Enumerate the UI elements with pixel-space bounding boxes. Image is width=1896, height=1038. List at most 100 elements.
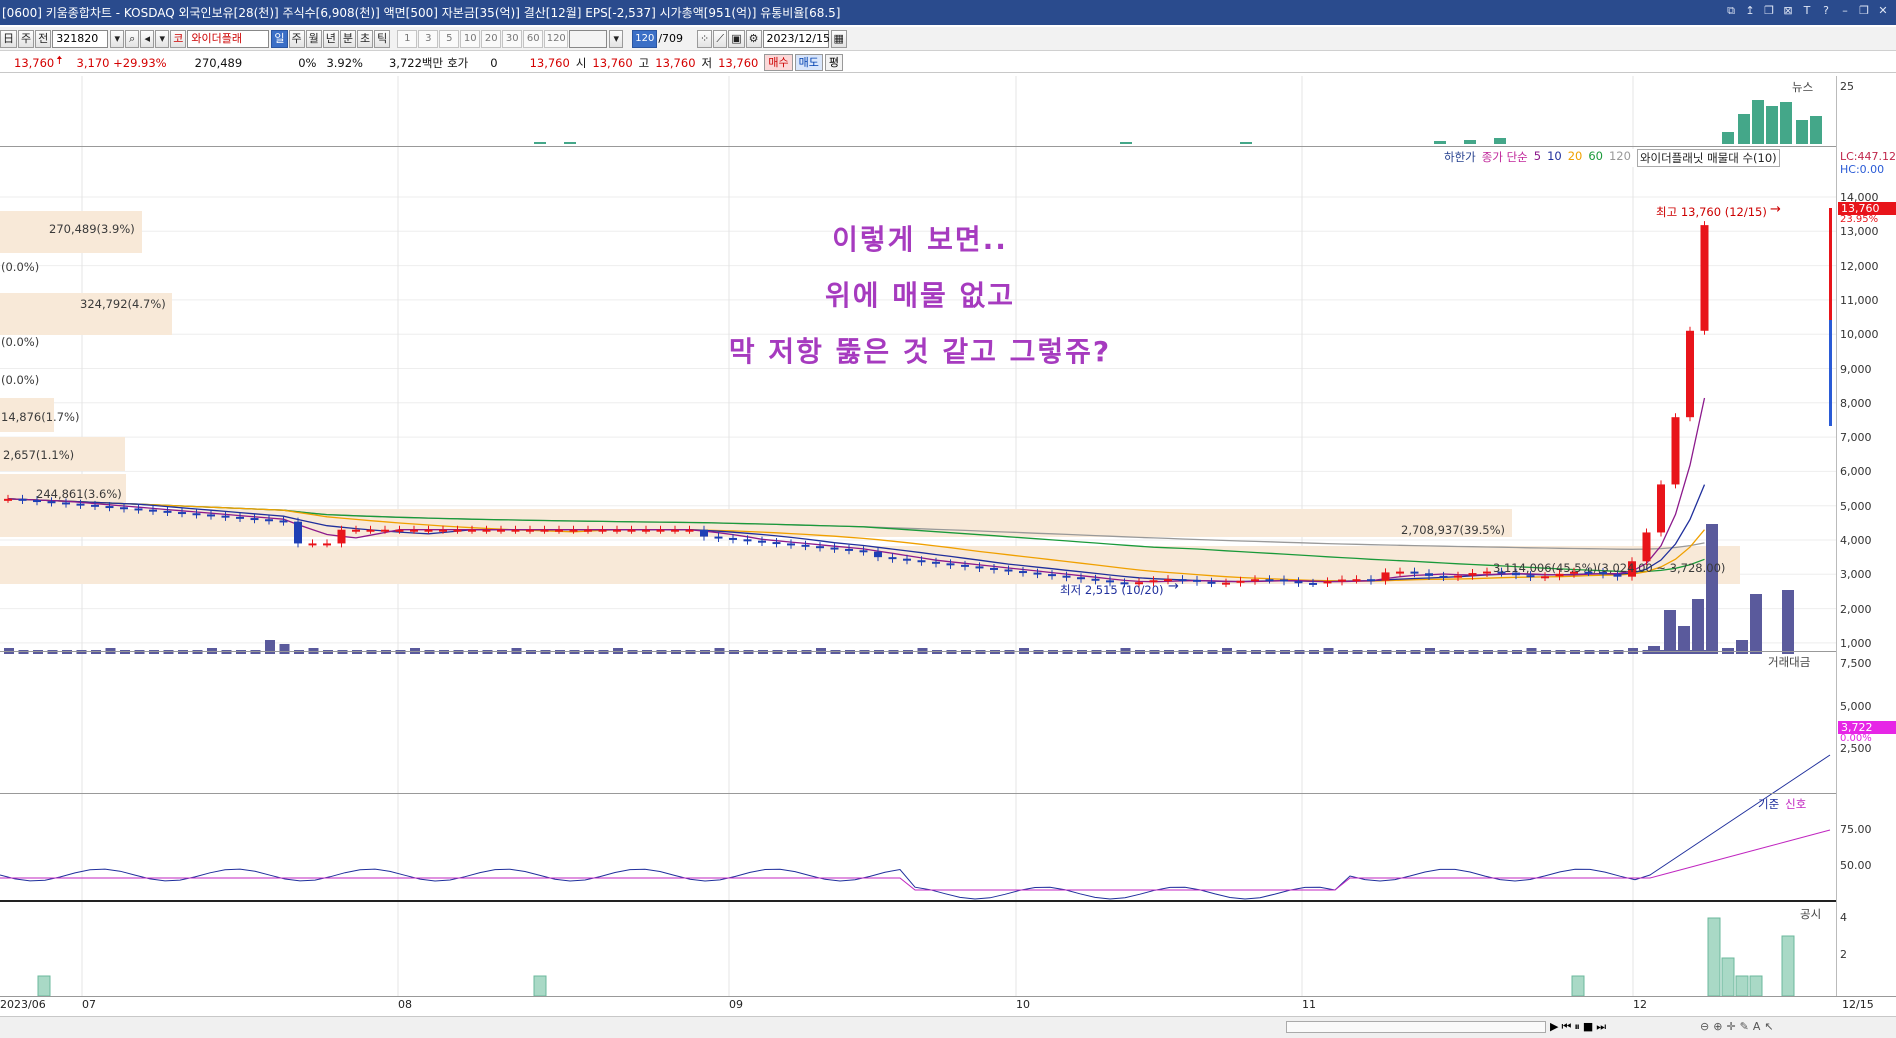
dots-icon[interactable]: ⁘ [697, 29, 713, 48]
legend-base[interactable]: 기준 [1758, 796, 1779, 812]
legend-limit[interactable]: 하한가 [1444, 149, 1476, 167]
candle-body [1207, 581, 1216, 584]
interval-button-day[interactable]: 일 [271, 29, 288, 48]
num-button-30[interactable]: 30 [502, 29, 523, 48]
restore-icon[interactable]: ❐ [1762, 3, 1776, 19]
num-button-1[interactable]: 1 [397, 29, 418, 48]
bottom-scrollbar[interactable]: ▶ ⏮ ⏸ ■ ⏭ ⊖ ⊕ ✛ ✎ A ↖ [0, 1016, 1896, 1038]
zoom-in-icon[interactable]: ⊕ [1713, 1020, 1722, 1033]
speaker-icon[interactable]: ◂ [140, 29, 155, 48]
chart-window: [0600] 키움종합차트 - KOSDAQ 외국인보유[28(천)] 주식수[… [0, 0, 1896, 1038]
date-input[interactable]: 2023/12/15 [762, 29, 830, 48]
fullscreen-icon[interactable]: ⊠ [1781, 3, 1795, 19]
rewind-icon[interactable]: ⏮ [1561, 1020, 1571, 1034]
price-axis-label: 10,000 [1840, 328, 1879, 342]
zoom-out-icon[interactable]: ⊖ [1700, 1020, 1709, 1033]
minimize-icon[interactable]: – [1838, 3, 1852, 19]
calendar-icon[interactable]: ▦ [830, 29, 847, 48]
legend-ma60[interactable]: 60 [1588, 149, 1603, 167]
play-icon[interactable]: ▶ [1550, 1020, 1558, 1034]
news-bar [1240, 142, 1252, 144]
interval-button-tick[interactable]: 틱 [374, 29, 391, 48]
chart-canvas[interactable] [0, 76, 1836, 996]
count-badge[interactable]: 120 [632, 29, 658, 48]
legend-ma-label[interactable]: 종가 단순 [1482, 149, 1528, 167]
period-button-all[interactable]: 전 [35, 29, 52, 48]
num-button-5[interactable]: 5 [439, 29, 460, 48]
buy-button[interactable]: 매수 [764, 54, 793, 71]
overlay-line-1: 이렇게 보면.. [832, 223, 1008, 256]
stock-name-field[interactable]: 와이더플래 [187, 29, 270, 48]
news-pane-label[interactable]: 뉴스 [1792, 79, 1813, 95]
pane-divider[interactable] [0, 793, 1836, 794]
interval-button-month[interactable]: 월 [305, 29, 322, 48]
candle-body [439, 529, 447, 532]
num-button-120[interactable]: 120 [544, 29, 569, 48]
font-icon[interactable]: T [1800, 3, 1814, 19]
legend-ma120[interactable]: 120 [1609, 149, 1631, 167]
interval-button-week[interactable]: 주 [288, 29, 305, 48]
candle-body [410, 529, 418, 532]
news-bar [1434, 141, 1446, 144]
osc-axis-label: 50.00 [1840, 859, 1872, 872]
news-bar [1752, 100, 1764, 144]
search-icon[interactable]: ⌕ [125, 29, 140, 48]
save-icon[interactable]: ▣ [728, 29, 745, 48]
legend-ma5[interactable]: 5 [1534, 149, 1541, 167]
pane-divider[interactable] [0, 651, 1836, 652]
link-icon[interactable]: ⧉ [1724, 3, 1738, 19]
scroll-track[interactable] [1286, 1021, 1546, 1033]
candle-body [1193, 579, 1201, 582]
custom-interval-input[interactable] [569, 29, 608, 48]
pane-divider[interactable] [0, 900, 1836, 902]
chevron-down-icon[interactable]: ▾ [609, 29, 624, 48]
vp-label: 3,114,006(45.5%)(3,024.00 ~ 3,728.00) [1493, 561, 1726, 575]
forward-icon[interactable]: ⏭ [1596, 1020, 1606, 1034]
gear-icon[interactable]: ⚙ [745, 29, 762, 48]
pin-icon[interactable]: ↥ [1743, 3, 1757, 19]
candle-body [497, 529, 505, 532]
num-button-3[interactable]: 3 [418, 29, 439, 48]
candle-body [120, 507, 128, 510]
volume-profile-bar [0, 509, 1512, 537]
close-icon[interactable]: ✕ [1876, 3, 1890, 19]
pane-divider[interactable] [0, 146, 1836, 147]
window-controls: ⧉ ↥ ❐ ⊠ T ? – ❐ ✕ [1724, 3, 1890, 19]
period-button-week[interactable]: 주 [18, 29, 35, 48]
pencil-icon[interactable]: ✎ [1740, 1020, 1749, 1033]
disclosure-pane-label[interactable]: 공시 [1800, 906, 1821, 922]
help-icon[interactable]: ? [1819, 3, 1833, 19]
ask-price: 13,760 [529, 55, 570, 70]
amount-pane-label[interactable]: 거래대금 [1768, 654, 1810, 670]
chevron-down-icon[interactable]: ▾ [155, 29, 170, 48]
stop-icon[interactable]: ■ [1583, 1020, 1593, 1034]
maximize-icon[interactable]: ❐ [1857, 3, 1871, 19]
num-button-10[interactable]: 10 [460, 29, 481, 48]
interval-button-minute[interactable]: 분 [339, 29, 356, 48]
legend-ma10[interactable]: 10 [1547, 149, 1562, 167]
candle-body [308, 543, 317, 546]
candle-body [1425, 573, 1433, 576]
legend-volume-profile[interactable]: 와이더플래닛 매물대 수(10) [1636, 149, 1780, 167]
stock-code-input[interactable]: 321820 [52, 29, 109, 48]
num-button-20[interactable]: 20 [481, 29, 502, 48]
candle-body [845, 548, 853, 551]
font-icon[interactable]: A [1753, 1020, 1761, 1033]
interval-button-second[interactable]: 초 [357, 29, 374, 48]
sell-button[interactable]: 매도 [794, 54, 823, 71]
crosshair-icon[interactable]: ✛ [1726, 1020, 1735, 1033]
legend-signal[interactable]: 신호 [1785, 796, 1806, 812]
chart-icon[interactable]: ⟋ [713, 29, 728, 48]
chevron-down-icon[interactable]: ▾ [110, 29, 125, 48]
eval-button[interactable]: 평 [824, 54, 843, 71]
pause-icon[interactable]: ⏸ [1574, 1020, 1580, 1034]
price-axis-label: 6,000 [1840, 465, 1872, 479]
news-bar [1738, 114, 1750, 144]
candle-body [613, 529, 621, 532]
legend-ma20[interactable]: 20 [1568, 149, 1583, 167]
cursor-icon[interactable]: ↖ [1764, 1020, 1773, 1033]
interval-button-year[interactable]: 년 [322, 29, 339, 48]
price-axis-label: 11,000 [1840, 293, 1879, 307]
num-button-60[interactable]: 60 [523, 29, 544, 48]
period-button-day[interactable]: 日 [0, 29, 17, 48]
